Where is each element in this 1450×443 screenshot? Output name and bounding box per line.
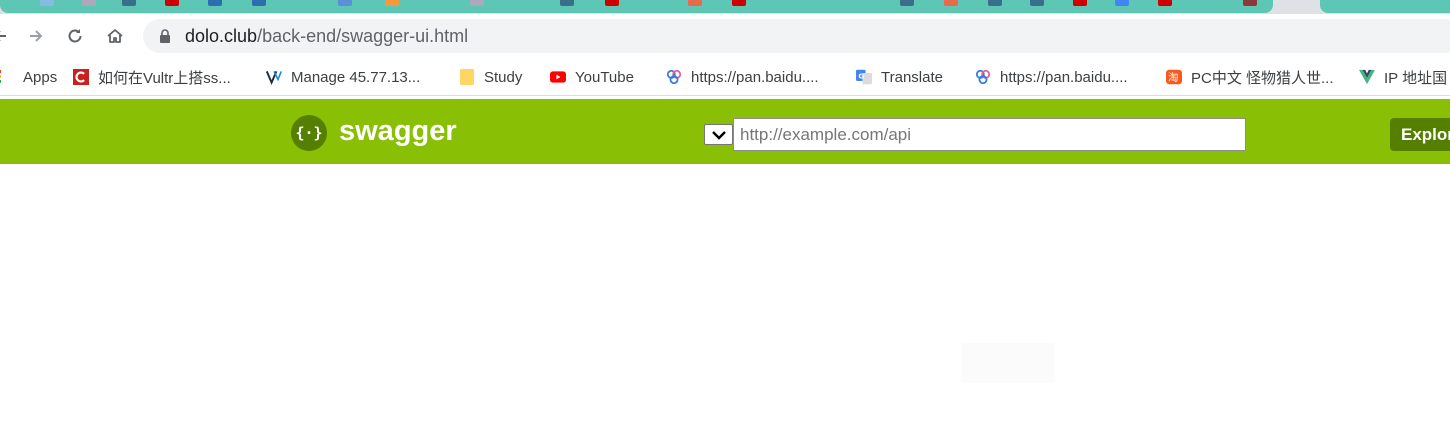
tab-favicon-icon: [1158, 0, 1172, 6]
bookmark-label: Apps: [23, 68, 58, 86]
api-url-input[interactable]: [733, 118, 1246, 151]
bookmark-baidu-pan-1[interactable]: https://pan.baidu....: [666, 66, 819, 88]
tab-favicon-icon: [605, 0, 619, 6]
explore-button[interactable]: Explore: [1390, 118, 1450, 151]
faint-button: [962, 343, 1054, 383]
apps-icon: [0, 69, 14, 85]
bookmark-ip-address[interactable]: IP 地址国: [1359, 66, 1447, 88]
bookmark-monster-hunter[interactable]: 淘 PC中文 怪物猎人世...: [1166, 66, 1334, 88]
bookmark-label: YouTube: [575, 68, 634, 86]
bookmarks-bar: Apps 如何在Vultr上搭ss... Manage 45.77.13... …: [0, 58, 1450, 96]
spec-select[interactable]: [704, 124, 733, 145]
forward-icon[interactable]: [24, 24, 48, 48]
c-icon: [73, 69, 89, 85]
tab-favicon-icon: [122, 0, 136, 6]
svg-text:淘: 淘: [1168, 71, 1178, 84]
tab-favicon-icon: [900, 0, 914, 6]
bookmark-label: 如何在Vultr上搭ss...: [98, 69, 231, 87]
vultr-icon: [266, 69, 282, 86]
vue-icon: [1359, 69, 1375, 85]
bookmark-study[interactable]: Study: [459, 66, 522, 88]
browser-toolbar: dolo.club/back-end/swagger-ui.html: [0, 14, 1450, 58]
taobao-icon: 淘: [1166, 69, 1182, 85]
tab-favicon-icon: [165, 0, 179, 6]
home-icon[interactable]: [103, 24, 127, 48]
swagger-brand[interactable]: swagger: [339, 115, 457, 148]
tab-group[interactable]: [0, 0, 1273, 13]
bookmark-label: PC中文 怪物猎人世...: [1191, 69, 1334, 87]
bookmark-label: https://pan.baidu....: [1000, 68, 1128, 86]
address-bar[interactable]: dolo.club/back-end/swagger-ui.html: [143, 19, 1450, 53]
bookmark-manage[interactable]: Manage 45.77.13...: [266, 66, 420, 88]
tab-favicon-icon: [40, 0, 54, 6]
bookmark-translate[interactable]: G Translate: [856, 66, 943, 88]
tab-favicon-icon: [470, 0, 484, 6]
bookmark-label: Manage 45.77.13...: [291, 68, 421, 86]
url-path: /back-end/swagger-ui.html: [257, 26, 469, 46]
lock-icon[interactable]: [159, 29, 171, 48]
bookmark-label: https://pan.baidu....: [691, 68, 819, 86]
tab-favicon-icon: [560, 0, 574, 6]
swagger-header: {·} swagger Explore: [0, 99, 1450, 164]
tab-strip: [0, 0, 1450, 14]
tab-favicon-icon: [988, 0, 1002, 6]
svg-text:{·}: {·}: [295, 124, 322, 142]
tab-favicon-icon: [208, 0, 222, 6]
baidu-pan-icon: [666, 69, 682, 85]
bookmark-youtube[interactable]: YouTube: [550, 66, 634, 88]
tab-favicon-icon: [338, 0, 352, 6]
baidu-pan-icon: [975, 69, 991, 85]
tab-favicon-icon: [1115, 0, 1129, 6]
back-icon[interactable]: [0, 24, 12, 48]
bookmark-baidu-pan-2[interactable]: https://pan.baidu....: [975, 66, 1128, 88]
tab-favicon-icon: [82, 0, 96, 6]
url-host: dolo.club: [185, 26, 258, 46]
svg-text:G: G: [858, 72, 864, 81]
bookmark-label: IP 地址国: [1384, 69, 1448, 87]
bookmark-vultr-guide[interactable]: 如何在Vultr上搭ss...: [73, 66, 231, 88]
youtube-icon: [550, 69, 566, 85]
bookmark-apps[interactable]: Apps: [0, 66, 57, 88]
chevron-down-icon: [711, 130, 726, 140]
folder-icon: [459, 69, 475, 85]
tab-favicon-icon: [688, 0, 702, 6]
tab-favicon-icon: [252, 0, 266, 6]
tab-group-right[interactable]: [1320, 0, 1450, 13]
tab-favicon-icon: [732, 0, 746, 6]
bookmark-label: Study: [484, 68, 523, 86]
tab-favicon-icon: [385, 0, 399, 6]
translate-icon: G: [856, 69, 872, 85]
tab-favicon-icon: [1073, 0, 1087, 6]
bookmark-label: Translate: [881, 68, 943, 86]
tab-favicon-icon: [1243, 0, 1257, 6]
reload-icon[interactable]: [63, 24, 87, 48]
tab-favicon-icon: [1030, 0, 1044, 6]
tab-favicon-icon: [944, 0, 958, 6]
swagger-logo-icon[interactable]: {·}: [291, 115, 327, 151]
url-text[interactable]: dolo.club/back-end/swagger-ui.html: [185, 26, 468, 47]
